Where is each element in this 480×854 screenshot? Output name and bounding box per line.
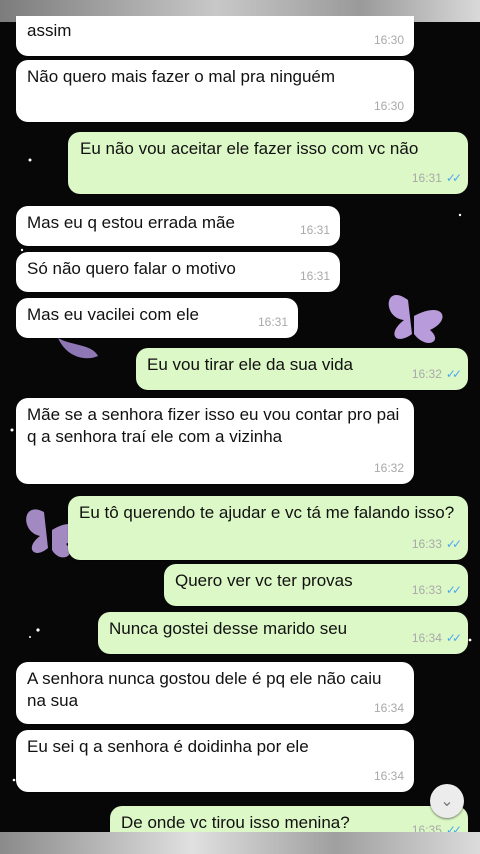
bottom-shade-bar: [0, 832, 480, 854]
message-text: De onde vc tirou isso menina?: [121, 813, 350, 832]
chat-message-list[interactable]: assim 16:30 Não quero mais fazer o mal p…: [0, 0, 480, 854]
double-check-icon: ✓✓: [445, 537, 462, 551]
message-time: 16:31: [257, 315, 288, 329]
message-text: assim: [27, 21, 72, 40]
message-time: 16:34: [373, 769, 404, 783]
double-check-icon: ✓✓: [445, 367, 462, 381]
double-check-icon: ✓✓: [445, 171, 462, 185]
message-status: 16:33 ✓✓: [411, 579, 462, 601]
message-incoming[interactable]: assim 16:30: [16, 16, 414, 56]
message-status: 16:34 ✓✓: [411, 627, 462, 649]
message-time: 16:32: [411, 367, 442, 381]
message-time: 16:32: [373, 461, 404, 475]
message-incoming[interactable]: Mas eu q estou errada mãe 16:31: [16, 206, 340, 246]
message-text: Mas eu vacilei com ele: [27, 305, 199, 324]
message-status: 16:33 ✓✓: [411, 533, 462, 555]
message-outgoing[interactable]: Eu tô querendo te ajudar e vc tá me fala…: [68, 496, 468, 560]
message-incoming[interactable]: Só não quero falar o motivo 16:31: [16, 252, 340, 292]
message-time: 16:33: [411, 583, 442, 597]
message-time: 16:31: [299, 223, 330, 237]
message-text: Eu não vou aceitar ele fazer isso com vc…: [80, 139, 419, 158]
message-status: 16:31 ✓✓: [411, 167, 462, 189]
message-text: Eu sei q a senhora é doidinha por ele: [27, 737, 309, 756]
message-outgoing[interactable]: Quero ver vc ter provas 16:33 ✓✓: [164, 564, 468, 606]
message-incoming[interactable]: Mas eu vacilei com ele 16:31: [16, 298, 298, 338]
message-text: Nunca gostei desse marido seu: [109, 619, 348, 638]
message-incoming[interactable]: Mãe se a senhora fizer isso eu vou conta…: [16, 398, 414, 484]
message-status: 16:32 ✓✓: [411, 363, 462, 385]
message-text: Mas eu q estou errada mãe: [27, 213, 235, 232]
message-time: 16:31: [299, 269, 330, 283]
message-outgoing[interactable]: Nunca gostei desse marido seu 16:34 ✓✓: [98, 612, 468, 654]
message-time: 16:31: [411, 171, 442, 185]
double-check-icon: ✓✓: [445, 631, 462, 645]
message-time: 16:34: [411, 631, 442, 645]
message-time: 16:30: [373, 99, 404, 113]
message-incoming[interactable]: A senhora nunca gostou dele é pq ele não…: [16, 662, 414, 724]
message-text: Eu tô querendo te ajudar e vc tá me fala…: [79, 503, 455, 522]
message-incoming[interactable]: Não quero mais fazer o mal pra ninguém 1…: [16, 60, 414, 122]
message-outgoing[interactable]: Eu vou tirar ele da sua vida 16:32 ✓✓: [136, 348, 468, 390]
chevron-down-icon: ⌄: [440, 793, 454, 810]
message-time: 16:33: [411, 537, 442, 551]
message-time: 16:30: [373, 33, 404, 47]
message-text: Não quero mais fazer o mal pra ninguém: [27, 67, 336, 86]
message-incoming[interactable]: Eu sei q a senhora é doidinha por ele 16…: [16, 730, 414, 792]
scroll-to-bottom-button[interactable]: ⌄: [430, 784, 464, 818]
message-time: 16:34: [373, 701, 404, 715]
message-text: A senhora nunca gostou dele é pq ele não…: [27, 669, 382, 710]
message-outgoing[interactable]: Eu não vou aceitar ele fazer isso com vc…: [68, 132, 468, 194]
double-check-icon: ✓✓: [445, 583, 462, 597]
message-text: Mãe se a senhora fizer isso eu vou conta…: [27, 405, 400, 446]
message-text: Só não quero falar o motivo: [27, 259, 236, 278]
